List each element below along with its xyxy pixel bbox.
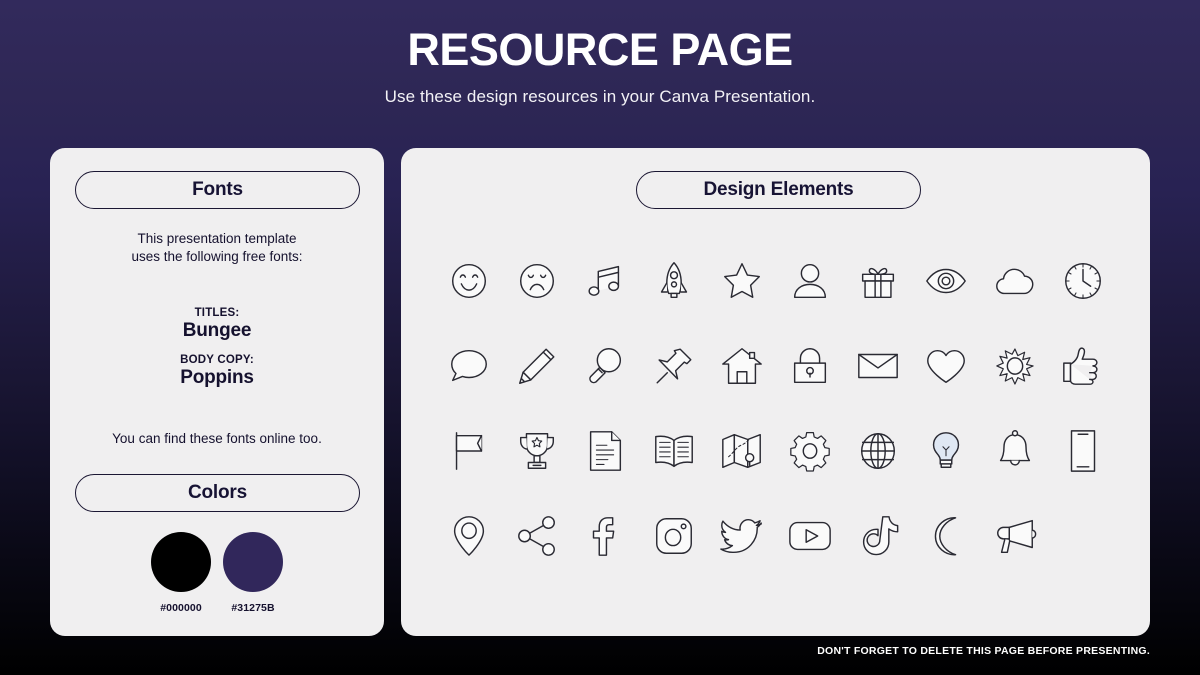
fonts-heading-pill: Fonts [75,171,360,209]
music-note-icon[interactable] [577,253,633,309]
person-icon[interactable] [782,253,838,309]
envelope-icon[interactable] [850,338,906,394]
house-icon[interactable] [714,338,770,394]
phone-icon[interactable] [1055,423,1111,479]
color-swatch[interactable]: #000000 [150,532,212,614]
trophy-icon[interactable] [509,423,565,479]
color-swatches: #000000 #31275B [50,532,384,614]
color-swatch[interactable]: #31275B [222,532,284,614]
color-swatch-dot [151,532,211,592]
fonts-heading-label: Fonts [192,179,243,200]
design-elements-panel: Design Elements [401,148,1150,636]
delete-page-reminder: DON'T FORGET TO DELETE THIS PAGE BEFORE … [817,645,1150,657]
fonts-intro-text: This presentation template uses the foll… [50,230,384,266]
fonts-intro-line-2: uses the following free fonts: [131,248,303,264]
page-subtitle: Use these design resources in your Canva… [384,87,816,107]
map-icon[interactable] [714,423,770,479]
location-pin-icon[interactable] [441,508,497,564]
color-swatch-dot [223,532,283,592]
body-font-label: BODY COPY: [180,354,254,366]
rocket-icon[interactable] [646,253,702,309]
design-elements-grid [435,238,1117,578]
bell-icon[interactable] [987,423,1043,479]
titles-font-name: Bungee [182,320,252,341]
megaphone-icon[interactable] [987,508,1043,564]
body-font-group: BODY COPY: Poppins [50,354,384,389]
lightbulb-icon[interactable] [918,423,974,479]
color-swatch-hex: #000000 [160,602,202,614]
magnifier-icon[interactable] [577,338,633,394]
page-header: RESOURCE PAGE Use these design resources… [0,0,1200,107]
share-icon[interactable] [509,508,565,564]
smiley-face-icon[interactable] [441,253,497,309]
pushpin-icon[interactable] [646,338,702,394]
page-title: RESOURCE PAGE [407,24,793,75]
color-swatch-hex: #31275B [231,602,275,614]
eye-icon[interactable] [918,253,974,309]
titles-font-group: TITLES: Bungee [50,307,384,342]
design-heading-pill: Design Elements [636,171,921,209]
heart-icon[interactable] [918,338,974,394]
fonts-outro-text: You can find these fonts online too. [112,431,322,446]
instagram-icon[interactable] [646,508,702,564]
fonts-intro-line-1: This presentation template [137,231,297,246]
star-icon[interactable] [714,253,770,309]
youtube-icon[interactable] [782,508,838,564]
open-book-icon[interactable] [646,423,702,479]
titles-font-label: TITLES: [194,307,240,319]
globe-icon[interactable] [850,423,906,479]
pencil-icon[interactable] [509,338,565,394]
gear-icon[interactable] [782,423,838,479]
fonts-panel: Fonts This presentation template uses th… [50,148,384,636]
colors-heading-pill: Colors [75,474,360,512]
flag-icon[interactable] [441,423,497,479]
design-heading-label: Design Elements [703,179,854,200]
facebook-icon[interactable] [577,508,633,564]
gift-icon[interactable] [850,253,906,309]
lock-icon[interactable] [782,338,838,394]
twitter-icon[interactable] [714,508,770,564]
colors-heading-label: Colors [188,482,247,503]
clock-icon[interactable] [1055,253,1111,309]
speech-bubble-icon[interactable] [441,338,497,394]
sun-icon[interactable] [987,338,1043,394]
tiktok-icon[interactable] [850,508,906,564]
thumbs-up-icon[interactable] [1055,338,1111,394]
sad-face-icon[interactable] [509,253,565,309]
moon-icon[interactable] [918,508,974,564]
body-font-name: Poppins [180,367,254,388]
panels-container: Fonts This presentation template uses th… [50,148,1150,636]
cloud-icon[interactable] [987,253,1043,309]
document-icon[interactable] [577,423,633,479]
